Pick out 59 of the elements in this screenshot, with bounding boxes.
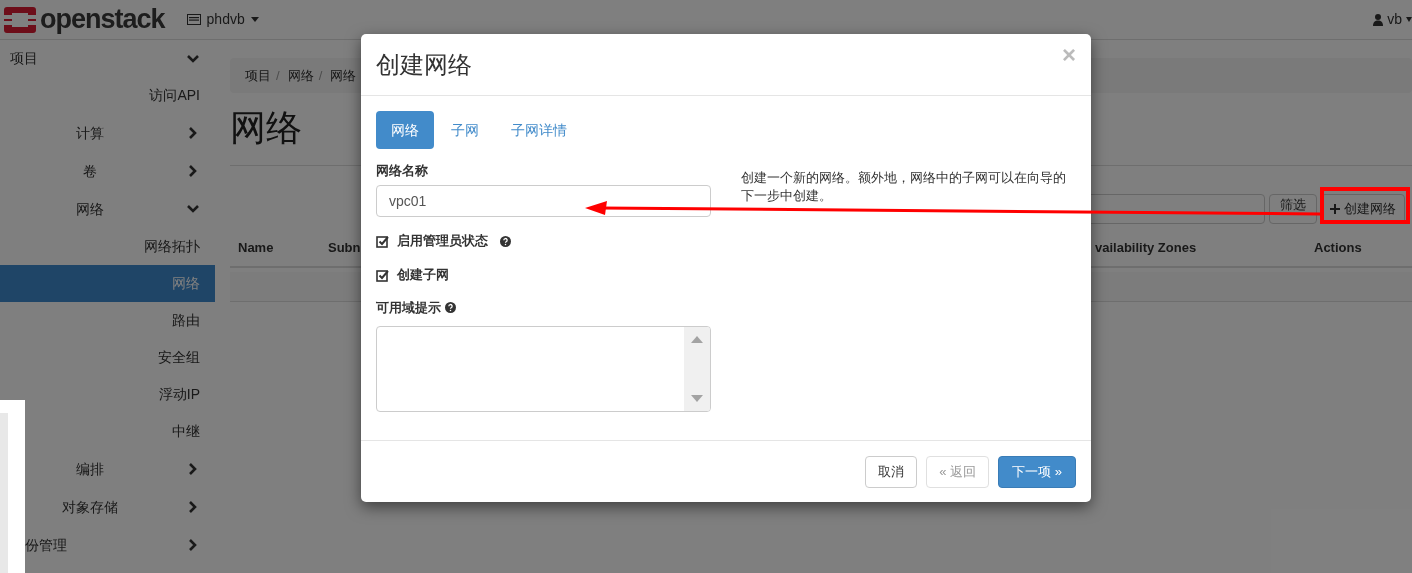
column-header: Name xyxy=(238,240,274,256)
field-label: 网络名称 xyxy=(376,162,429,179)
sidebar-section[interactable]: 项目 xyxy=(0,40,215,77)
tab[interactable]: 网络 xyxy=(376,111,434,149)
plus-icon xyxy=(1330,204,1340,214)
caret-icon xyxy=(250,17,259,22)
tab[interactable]: 子网详情 xyxy=(496,111,582,149)
breadcrumb-separator: / xyxy=(318,66,323,85)
scrollbar[interactable] xyxy=(684,326,710,411)
tab[interactable]: 子网 xyxy=(436,111,494,149)
checkbox-label: 启用管理员状态 xyxy=(397,232,488,251)
project-dropdown[interactable]: phdvb xyxy=(186,9,259,30)
sidebar-item[interactable]: 中继 xyxy=(25,413,215,450)
sidebar-item[interactable]: 安全组 xyxy=(25,339,215,376)
breadcrumb-item[interactable]: 网络 xyxy=(330,65,357,86)
chevron-right-icon xyxy=(187,165,199,177)
column-header: Subn xyxy=(328,240,361,256)
column-header: vailability Zones xyxy=(1095,240,1197,256)
logo-text: openstack xyxy=(40,6,165,33)
sidebar-group[interactable]: 编排 xyxy=(25,450,215,488)
next-button[interactable]: 下一项 » xyxy=(998,455,1076,488)
dialog-title: 创建网络 xyxy=(376,49,472,80)
sidebar-group[interactable]: 网络 xyxy=(25,190,215,228)
breadcrumb-item[interactable]: 网络 xyxy=(287,65,314,86)
availability-zone-field[interactable] xyxy=(376,325,711,412)
breadcrumb-separator: / xyxy=(276,66,280,85)
caret-icon xyxy=(1406,17,1412,22)
breadcrumb-item[interactable]: 项目 xyxy=(245,65,271,86)
chevron-down-icon xyxy=(187,52,199,65)
dialog-button[interactable]: 取消 xyxy=(865,455,918,488)
logo-icon xyxy=(4,6,36,33)
help-text: 创建一个新的网络。额外地，网络中的子网可以在向导的下一步中创建。 xyxy=(741,170,1067,205)
sidebar-group[interactable]: 卷 xyxy=(25,152,215,190)
page-title: 网络 xyxy=(230,106,302,150)
chevron-down-icon xyxy=(187,203,199,215)
scroll-up-icon[interactable] xyxy=(691,335,703,343)
chevron-right-icon xyxy=(187,501,199,513)
column-header: Actions xyxy=(1314,240,1362,256)
sidebar-item[interactable]: 浮动IP xyxy=(25,376,215,413)
sidebar-group[interactable]: 计算 xyxy=(25,114,215,152)
field-label: 可用域提示 xyxy=(376,299,441,317)
sidebar-item[interactable]: 网络拓扑 xyxy=(25,228,215,265)
monitor-icon xyxy=(186,14,201,25)
help-icon xyxy=(445,302,456,314)
sidebar-item[interactable]: 网络 xyxy=(0,265,215,302)
sidebar-group[interactable]: 对象存储 xyxy=(25,488,215,526)
checkbox[interactable] xyxy=(376,268,389,282)
checkbox[interactable] xyxy=(376,234,389,248)
sidebar-item[interactable]: 访问API xyxy=(25,77,215,114)
network-name-field[interactable]: vpc01 xyxy=(376,185,711,217)
checkbox-label: 创建子网 xyxy=(397,266,449,285)
user-menu[interactable]: vb xyxy=(1373,9,1412,30)
chevron-right-icon xyxy=(187,463,199,475)
user-icon xyxy=(1373,13,1384,26)
sidebar-group[interactable]: 份管理 xyxy=(25,526,215,564)
chevron-right-icon xyxy=(187,127,199,139)
sidebar-item[interactable]: 路由 xyxy=(25,302,215,339)
chevron-right-icon xyxy=(187,539,199,551)
scroll-down-icon[interactable] xyxy=(691,394,703,402)
